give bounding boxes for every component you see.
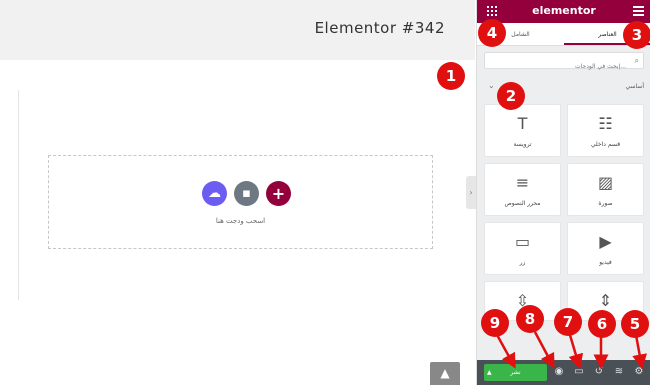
widget-grid: T ترويسة ☷ قسم داخلي ≡ محرر النصوص ▨ صور…	[484, 104, 644, 321]
widget-drop-zone[interactable]: ☁ ▪ + اسحب ودجت هنا	[48, 155, 433, 249]
widget-inner-section[interactable]: ☷ قسم داخلي	[567, 104, 644, 157]
widget-video[interactable]: ▶ فيديو	[567, 222, 644, 275]
inner-section-icon: ☷	[598, 114, 613, 133]
annotation-badge-7: 7	[554, 308, 582, 336]
widget-label: محرر النصوص	[504, 200, 541, 207]
widget-label: فيديو	[599, 259, 612, 266]
caret-up-icon[interactable]: ▲	[487, 364, 492, 381]
scroll-to-top-button[interactable]: ▲	[430, 362, 460, 385]
annotation-badge-5: 5	[621, 310, 649, 338]
page-header: Elementor #342	[0, 0, 475, 60]
ai-builder-button[interactable]: ☁	[202, 181, 227, 206]
editor-canvas: Elementor #342 ☁ ▪ + اسحب ودجت هنا ▲ ›	[0, 0, 476, 385]
widget-image[interactable]: ▨ صورة	[567, 163, 644, 216]
folder-icon: ▪	[242, 186, 251, 201]
annotation-badge-1: 1	[437, 62, 465, 90]
widget-search: ⌕	[484, 52, 644, 74]
widget-search-input[interactable]	[485, 59, 630, 74]
screen: Elementor #342 ☁ ▪ + اسحب ودجت هنا ▲ › e…	[0, 0, 650, 385]
widget-label: زر	[519, 259, 526, 266]
image-icon: ▨	[597, 173, 614, 192]
chevron-down-icon: ⌄	[488, 81, 495, 90]
video-icon: ▶	[599, 232, 612, 251]
basic-category-title: أساسي	[625, 83, 644, 90]
drop-zone-label: اسحب ودجت هنا	[215, 217, 266, 225]
drop-zone-actions: ☁ ▪ +	[202, 181, 291, 206]
brand-logo: elementor	[532, 4, 596, 17]
annotation-badge-9: 9	[481, 309, 509, 337]
ai-icon: ☁	[208, 186, 221, 201]
page-title: Elementor #342	[314, 19, 445, 37]
panel-footer: ▲ نشر ◉ ▭ ↺ ≋ ⚙	[477, 360, 650, 385]
search-icon: ⌕	[634, 56, 639, 65]
button-icon: ▭	[514, 232, 531, 251]
hamburger-menu-icon[interactable]	[633, 6, 644, 16]
history-icon[interactable]: ↺	[593, 366, 605, 378]
panel-topbar: elementor	[477, 0, 650, 23]
annotation-badge-4: 4	[478, 19, 506, 47]
settings-gear-icon[interactable]: ⚙	[633, 366, 645, 378]
preview-icon[interactable]: ◉	[553, 366, 565, 378]
panel-collapse-handle[interactable]: ›	[466, 176, 476, 209]
chevron-up-icon: ▲	[440, 366, 450, 380]
plus-icon: +	[271, 184, 286, 203]
spacer-icon: ⇕	[598, 291, 613, 310]
widget-label: قسم داخلي	[590, 141, 621, 148]
annotation-badge-3: 3	[623, 21, 650, 49]
add-section-button[interactable]: +	[266, 181, 291, 206]
navigator-icon[interactable]: ≋	[613, 366, 625, 378]
annotation-badge-6: 6	[588, 310, 616, 338]
template-library-button[interactable]: ▪	[234, 181, 259, 206]
widget-button[interactable]: ▭ زر	[484, 222, 561, 275]
responsive-mode-icon[interactable]: ▭	[573, 366, 585, 378]
annotation-badge-2: 2	[497, 82, 525, 110]
widget-text-editor[interactable]: ≡ محرر النصوص	[484, 163, 561, 216]
heading-icon: T	[517, 114, 528, 133]
annotation-badge-8: 8	[516, 305, 544, 333]
publish-label: نشر	[510, 369, 521, 376]
widget-label: ترويسة	[513, 141, 532, 148]
widget-heading[interactable]: T ترويسة	[484, 104, 561, 157]
text-editor-icon: ≡	[515, 173, 530, 192]
chevron-right-icon: ›	[469, 188, 473, 197]
widget-label: صورة	[598, 200, 613, 207]
section-guide	[18, 90, 19, 300]
publish-button[interactable]: ▲ نشر	[484, 364, 547, 381]
